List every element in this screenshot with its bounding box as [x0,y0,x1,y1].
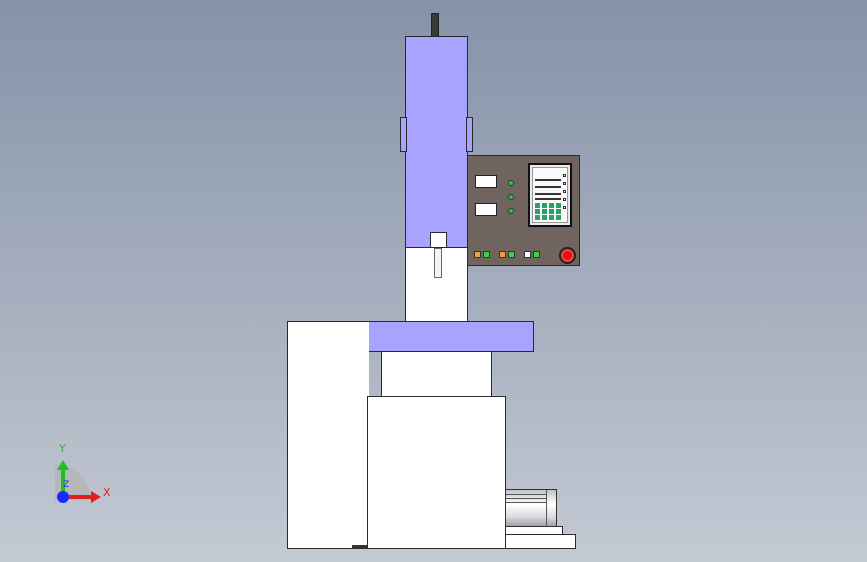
z-axis-dot [57,491,69,503]
ram-pin [434,248,442,278]
column-bracket-left [400,117,407,152]
cad-viewport[interactable]: Y X Z [0,0,867,562]
machine-column [405,36,468,248]
display-2 [475,203,497,216]
x-axis-label: X [103,486,111,499]
y-axis-label: Y [59,442,66,455]
indicator-led-3 [508,208,514,214]
z-axis-label: Z [63,480,70,490]
panel-button-green-3 [533,251,540,258]
panel-button-white [524,251,531,258]
foot-strip [352,545,368,549]
panel-button-orange-1 [474,251,481,258]
base-frame [287,321,369,549]
panel-button-orange-2 [499,251,506,258]
motor-body [505,489,557,527]
ram-block [430,232,447,248]
indicator-led-2 [508,194,514,200]
x-axis-arrowhead [91,491,101,503]
screen-line-2 [535,186,561,188]
screen-line-1 [535,179,561,181]
panel-button-green-1 [483,251,490,258]
touch-screen [528,163,572,227]
y-axis-arrowhead [57,460,69,470]
display-1 [475,175,497,188]
screen-line-3 [535,193,561,195]
motor-mount [505,526,563,535]
table-support [381,351,492,397]
emergency-stop-button [559,247,576,264]
screen-line-4 [535,198,561,200]
indicator-led-1 [508,180,514,186]
column-bracket-right [466,117,473,152]
spindle-rod [431,13,439,37]
lower-cabinet [367,396,506,549]
control-panel [467,155,580,266]
screen-keypad [535,203,561,221]
coordinate-triad: Y X Z [45,440,115,510]
motor-base-plate [505,534,576,549]
panel-button-green-2 [508,251,515,258]
